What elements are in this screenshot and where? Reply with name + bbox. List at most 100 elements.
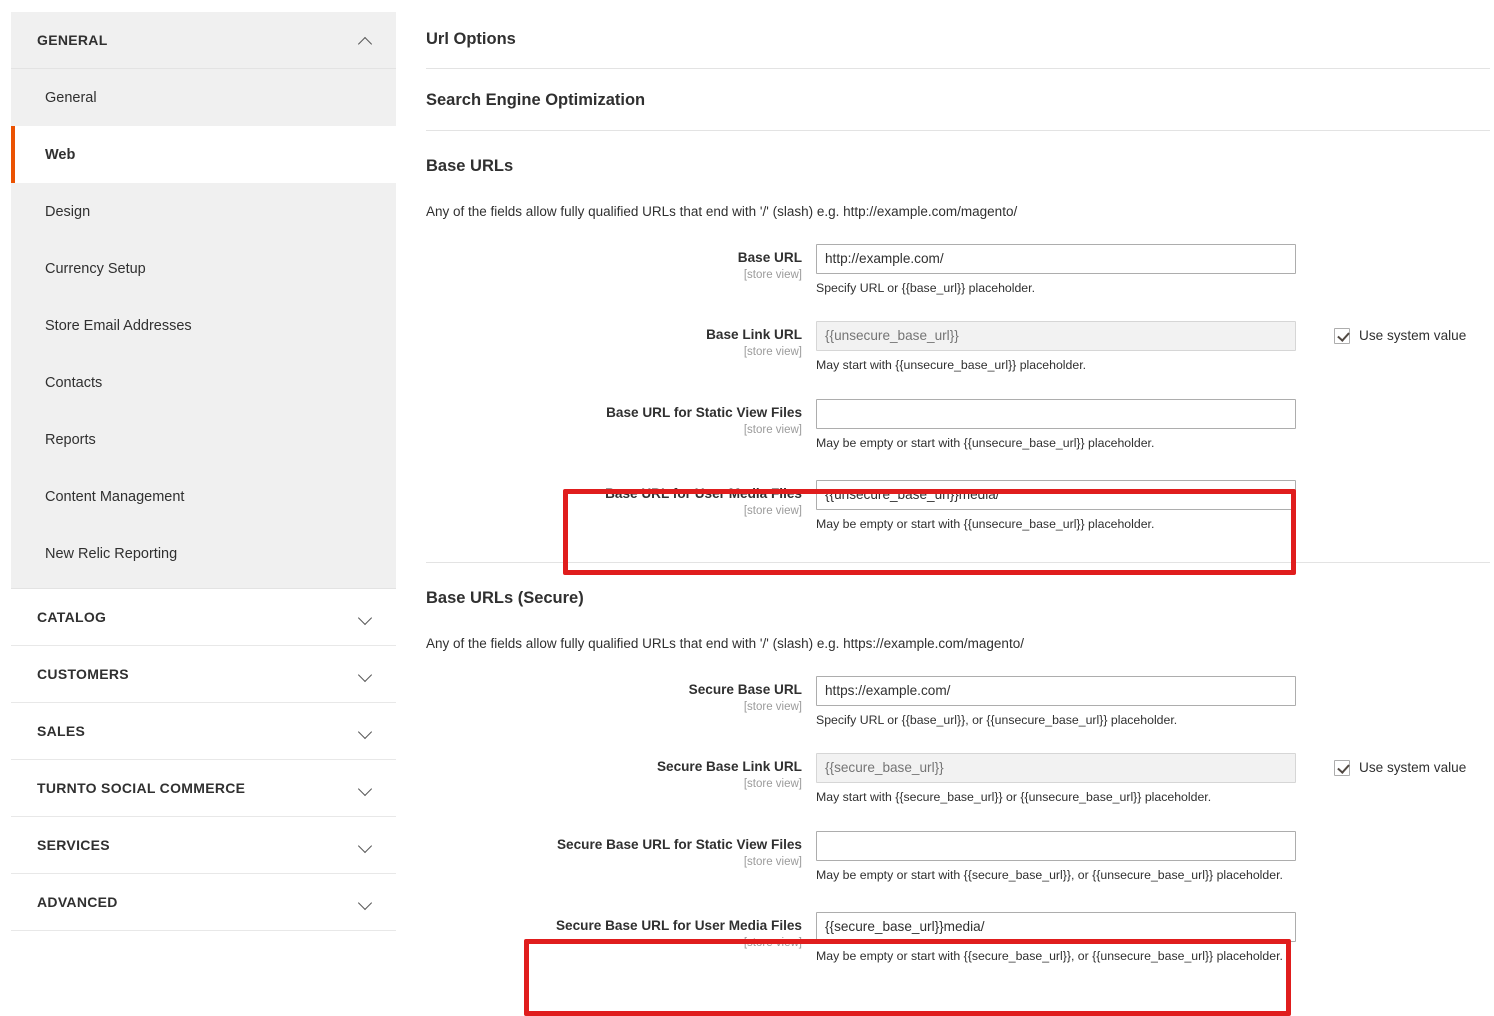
field-label-text: Base URL for User Media Files — [605, 485, 802, 501]
base-urls-note: Any of the fields allow fully qualified … — [426, 203, 1018, 219]
use-system-value-label: Use system value — [1359, 760, 1467, 776]
sidebar-group-label: SERVICES — [37, 837, 110, 853]
field-scope: [store view] — [743, 855, 802, 868]
field-control: Specify URL or {{base_url}}, or {{unsecu… — [816, 675, 1296, 729]
field-hint: May be empty or start with {{secure_base… — [816, 867, 1283, 882]
base-urls-secure-note: Any of the fields allow fully qualified … — [426, 635, 1024, 651]
sidebar-group-label: CATALOG — [37, 609, 107, 625]
field-label-text: Base URL — [737, 249, 802, 265]
checkbox-checked-icon[interactable] — [1334, 759, 1350, 776]
sidebar-group-advanced[interactable]: ADVANCED — [11, 874, 396, 931]
field-scope: [store view] — [743, 268, 802, 281]
field-label: Base URL for Static View Files [store vi… — [426, 399, 816, 436]
sidebar-item-label: Store Email Addresses — [45, 317, 192, 334]
sidebar-group-label: CUSTOMERS — [37, 666, 129, 682]
field-hint: May start with {{secure_base_url}} or {{… — [816, 789, 1212, 804]
sidebar-group-sales[interactable]: SALES — [11, 703, 396, 760]
sidebar-item-label: General — [45, 89, 97, 106]
sidebar-group-label: SALES — [37, 723, 86, 739]
use-system-value-label: Use system value — [1359, 328, 1467, 344]
field-control: May start with {{unsecure_base_url}} pla… — [816, 320, 1296, 374]
field-label: Secure Base Link URL [store view] — [426, 753, 816, 790]
base-url-input[interactable] — [816, 243, 1296, 274]
chevron-down-icon — [359, 781, 374, 796]
chevron-down-icon — [359, 895, 374, 910]
sidebar-item-label: Contacts — [45, 374, 103, 391]
chevron-down-icon — [359, 838, 374, 853]
base-url-static-view-files-input[interactable] — [816, 398, 1296, 429]
sidebar-item-new-relic-reporting[interactable]: New Relic Reporting — [11, 525, 396, 582]
field-label-text: Secure Base Link URL — [656, 758, 802, 774]
base-link-url-input[interactable] — [816, 320, 1296, 351]
field-label-text: Secure Base URL — [688, 681, 802, 697]
field-row-base-url-static-view-files: Base URL for Static View Files [store vi… — [426, 398, 1494, 452]
field-label: Secure Base URL for Static View Files [s… — [426, 831, 816, 868]
field-scope: [store view] — [743, 777, 802, 790]
field-row-base-url-user-media-files: Base URL for User Media Files [store vie… — [426, 479, 1494, 533]
config-main-panel: Url Options Search Engine Optimization B… — [396, 0, 1494, 1016]
field-row-secure-base-url: Secure Base URL [store view] Specify URL… — [426, 675, 1494, 729]
field-scope: [store view] — [743, 345, 802, 358]
sidebar-item-design[interactable]: Design — [11, 183, 396, 240]
admin-config-page: GENERAL General Web Design Currency Setu… — [0, 0, 1494, 1016]
sidebar-group-label: ADVANCED — [37, 894, 118, 910]
sidebar-item-general[interactable]: General — [11, 69, 396, 126]
sidebar-group-customers[interactable]: CUSTOMERS — [11, 646, 396, 703]
sidebar-item-contacts[interactable]: Contacts — [11, 354, 396, 411]
field-row-secure-base-url-user-media-files: Secure Base URL for User Media Files [st… — [426, 911, 1494, 965]
sidebar-collapsed-groups: CATALOG CUSTOMERS SALES TURNTO SOCIAL CO… — [11, 589, 396, 931]
sidebar-group-services[interactable]: SERVICES — [11, 817, 396, 874]
base-url-user-media-files-input[interactable] — [816, 479, 1296, 510]
sidebar-group-catalog[interactable]: CATALOG — [11, 589, 396, 646]
field-label-text: Secure Base URL for Static View Files — [556, 836, 802, 852]
field-row-base-link-url: Base Link URL [store view] May start wit… — [426, 320, 1494, 374]
field-label-text: Base Link URL — [706, 326, 802, 342]
divider — [426, 129, 1490, 131]
sidebar-item-label: Reports — [45, 431, 96, 448]
sidebar-item-label: Currency Setup — [45, 260, 146, 277]
field-scope: [store view] — [743, 504, 802, 517]
sidebar-item-web[interactable]: Web — [11, 126, 396, 183]
sidebar-item-label: New Relic Reporting — [45, 545, 178, 562]
chevron-down-icon — [359, 667, 374, 682]
sidebar-item-label: Design — [45, 203, 91, 220]
checkbox-checked-icon[interactable] — [1334, 327, 1350, 344]
field-label-text: Base URL for Static View Files — [606, 404, 802, 420]
field-scope: [store view] — [743, 700, 802, 713]
field-control: May be empty or start with {{unsecure_ba… — [816, 398, 1296, 452]
field-label-text: Secure Base URL for User Media Files — [555, 917, 802, 933]
secure-base-link-url-input[interactable] — [816, 752, 1296, 783]
sidebar-item-currency-setup[interactable]: Currency Setup — [11, 240, 396, 297]
sidebar-group-label: GENERAL — [37, 32, 108, 48]
use-system-value-secure-base-link-url[interactable]: Use system value — [1334, 753, 1466, 776]
field-row-secure-base-url-static-view-files: Secure Base URL for Static View Files [s… — [426, 830, 1494, 884]
base-urls-secure-title: Base URLs (Secure) — [426, 588, 584, 607]
field-control: May be empty or start with {{secure_base… — [816, 830, 1296, 884]
field-control: Specify URL or {{base_url}} placeholder. — [816, 243, 1296, 297]
secure-base-url-input[interactable] — [816, 675, 1296, 706]
sidebar-item-store-email-addresses[interactable]: Store Email Addresses — [11, 297, 396, 354]
config-sidebar: GENERAL General Web Design Currency Setu… — [11, 12, 396, 931]
chevron-down-icon — [359, 610, 374, 625]
sidebar-group-turnto-social-commerce[interactable]: TURNTO SOCIAL COMMERCE — [11, 760, 396, 817]
field-hint: May start with {{unsecure_base_url}} pla… — [816, 357, 1087, 372]
secure-base-url-static-view-files-input[interactable] — [816, 830, 1296, 861]
sidebar-group-label: TURNTO SOCIAL COMMERCE — [37, 780, 246, 796]
seo-section-title: Search Engine Optimization — [426, 90, 646, 109]
secure-base-url-user-media-files-input[interactable] — [816, 911, 1296, 942]
sidebar-item-label: Content Management — [45, 488, 185, 505]
sidebar-item-reports[interactable]: Reports — [11, 411, 396, 468]
field-hint: May be empty or start with {{secure_base… — [816, 948, 1283, 963]
chevron-down-icon — [359, 724, 374, 739]
sidebar-group-items: General Web Design Currency Setup Store … — [11, 69, 396, 589]
sidebar-group-general[interactable]: GENERAL — [11, 12, 396, 69]
divider — [426, 67, 1490, 69]
sidebar-item-content-management[interactable]: Content Management — [11, 468, 396, 525]
field-row-secure-base-link-url: Secure Base Link URL [store view] May st… — [426, 752, 1494, 806]
base-urls-title: Base URLs — [426, 156, 514, 175]
use-system-value-base-link-url[interactable]: Use system value — [1334, 321, 1466, 344]
url-options-title: Url Options — [426, 30, 516, 48]
field-scope: [store view] — [743, 936, 802, 949]
field-label: Base URL for User Media Files [store vie… — [426, 480, 816, 517]
field-label: Secure Base URL for User Media Files [st… — [426, 912, 816, 949]
